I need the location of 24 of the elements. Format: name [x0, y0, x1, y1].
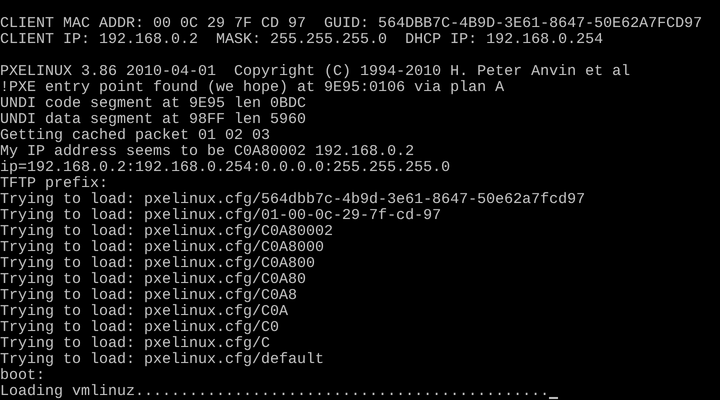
console-line: My IP address seems to be C0A80002 192.168.0.2	[0, 144, 414, 160]
console-line: Trying to load: pxelinux.cfg/C0A80002	[0, 224, 334, 240]
console-line: CLIENT MAC ADDR: 00 0C 29 7F CD 97 GUID: 564DBB7C-4B9D-3E61-8647-50E62A7FCD97	[0, 16, 702, 32]
console-line: Trying to load: pxelinux.cfg/C0A800	[0, 256, 316, 272]
console-line: UNDI code segment at 9E95 len 0BDC	[0, 96, 306, 112]
text-cursor	[549, 397, 558, 399]
console-line: TFTP prefix:	[0, 176, 108, 192]
console-line: Trying to load: pxelinux.cfg/default	[0, 352, 324, 368]
console-line: Trying to load: pxelinux.cfg/C0A8	[0, 288, 298, 304]
console-line: UNDI data segment at 98FF len 5960	[0, 112, 306, 128]
console-line: Trying to load: pxelinux.cfg/01-00-0c-29-7f-cd-97	[0, 208, 442, 224]
console-line: !PXE entry point found (we hope) at 9E95:0106 via plan A	[0, 80, 504, 96]
console-line: Trying to load: pxelinux.cfg/C0A	[0, 304, 288, 320]
console-line: Trying to load: pxelinux.cfg/C0A80	[0, 272, 306, 288]
console-line: Loading vmlinuz..............................................	[0, 384, 550, 400]
console-line: Trying to load: pxelinux.cfg/C0	[0, 320, 280, 336]
console-line: Trying to load: pxelinux.cfg/C0A8000	[0, 240, 324, 256]
console-line: PXELINUX 3.86 2010-04-01 Copyright (C) 1994-2010 H. Peter Anvin et al	[0, 64, 630, 80]
console-line: boot:	[0, 368, 46, 384]
console-line: Trying to load: pxelinux.cfg/564dbb7c-4b9d-3e61-8647-50e62a7fcd97	[0, 192, 586, 208]
console-line: ip=192.168.0.2:192.168.0.254:0.0.0.0:255.255.255.0	[0, 160, 450, 176]
console-line: Trying to load: pxelinux.cfg/C	[0, 336, 270, 352]
console-line: Getting cached packet 01 02 03	[0, 128, 270, 144]
console-line: CLIENT IP: 192.168.0.2 MASK: 255.255.255.0 DHCP IP: 192.168.0.254	[0, 32, 604, 48]
